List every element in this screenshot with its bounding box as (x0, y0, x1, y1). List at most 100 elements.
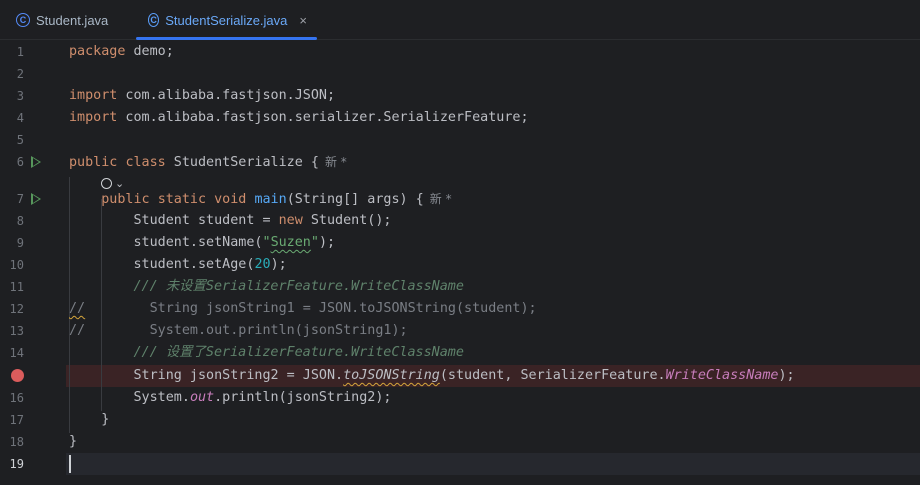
gutter-line[interactable]: 15 (0, 365, 66, 387)
code-line-11[interactable]: /// 未设置SerializerFeature.WriteClassName (69, 276, 464, 298)
gutter-line[interactable]: 3 (0, 85, 66, 107)
string-literal: "Suzen" (263, 235, 319, 250)
tab-studentserialize-java[interactable]: C StudentSerialize.java × (136, 0, 317, 40)
code-line-13[interactable]: // System.out.println(jsonString1); (69, 320, 408, 342)
line-number: 8 (16, 214, 24, 228)
gutter-line[interactable]: 19 (0, 453, 66, 475)
code-line-16[interactable]: System.out.println(jsonString2); (69, 387, 392, 409)
comment-slashes: // (69, 301, 86, 316)
keyword: import (69, 88, 118, 103)
method-name: main (254, 192, 287, 207)
code-line-17[interactable]: } (69, 409, 109, 431)
code-line-3[interactable]: import com.alibaba.fastjson.JSON; (69, 85, 335, 107)
code-text: com.alibaba.fastjson.JSON; (117, 88, 336, 103)
gutter-line[interactable]: 14 (0, 342, 66, 364)
line-number: 16 (9, 391, 24, 405)
run-main-icon[interactable] (31, 193, 41, 205)
code-text: Student(); (302, 213, 392, 228)
keyword: public (69, 155, 118, 170)
keyword: public (101, 192, 150, 207)
line-comment: String jsonString1 = JSON.toJSONString(s… (85, 301, 537, 316)
code-text: StudentSerialize { (165, 155, 319, 170)
gutter-line[interactable]: 7 (0, 188, 66, 210)
line-number: 4 (16, 111, 24, 125)
gutter-line[interactable]: 9 (0, 232, 66, 254)
code-text: student.setName( (133, 235, 263, 250)
tab-student-java[interactable]: C Student.java (16, 0, 108, 40)
line-number: 2 (16, 67, 24, 81)
code-text: ); (270, 257, 287, 272)
java-class-icon: C (16, 13, 30, 27)
line-number: 6 (16, 155, 24, 169)
code-line-8[interactable]: Student student = new Student(); (69, 210, 392, 232)
gutter-line[interactable]: 12 (0, 298, 66, 320)
code-text: (student, SerializerFeature. (439, 368, 666, 383)
keyword: class (125, 155, 166, 170)
gutter-line[interactable]: 8 (0, 210, 66, 232)
code-line-10[interactable]: student.setAge(20); (69, 254, 287, 276)
code-text: Student student = (133, 213, 279, 228)
keyword: new (278, 213, 303, 228)
code-line-12[interactable]: // String jsonString1 = JSON.toJSONStrin… (69, 298, 537, 320)
code-line-18[interactable]: } (69, 431, 77, 453)
line-number: 5 (16, 133, 24, 147)
gutter-line[interactable]: 1 (0, 41, 66, 63)
gutter-line[interactable]: 5 (0, 129, 66, 151)
gutter-line[interactable]: 10 (0, 254, 66, 276)
code-text: com.alibaba.fastjson.serializer.Serializ… (117, 110, 529, 125)
code-line-9[interactable]: student.setName("Suzen"); (69, 232, 336, 254)
code-line-14[interactable]: /// 设置了SerializerFeature.WriteClassName (69, 342, 464, 364)
gutter-line[interactable]: 13 (0, 320, 66, 342)
keyword: package (69, 44, 126, 59)
gutter-line[interactable]: 18 (0, 431, 66, 453)
close-tab-icon[interactable]: × (299, 13, 307, 28)
code-text: String jsonString2 = JSON. (133, 368, 344, 383)
gutter-line[interactable]: 17 (0, 409, 66, 431)
keyword: static (157, 192, 207, 207)
gutter-line[interactable]: 6 (0, 151, 66, 173)
author-hint[interactable]: 新 * (430, 192, 452, 206)
line-number: 11 (9, 280, 24, 294)
gutter-line[interactable]: 11 (0, 276, 66, 298)
gutter-line[interactable]: 2 (0, 63, 66, 85)
code-text: ); (318, 235, 336, 250)
run-class-icon[interactable] (31, 156, 41, 168)
code-line-4[interactable]: import com.alibaba.fastjson.serializer.S… (69, 107, 529, 129)
code-text: ); (778, 368, 795, 383)
text-caret (69, 455, 71, 473)
quote: " (262, 235, 271, 250)
quote: " (310, 235, 319, 250)
line-number: 3 (16, 89, 24, 103)
code-text: System. (133, 390, 190, 405)
line-number: 18 (9, 435, 24, 449)
line-number: 14 (9, 346, 24, 360)
breakpoint-icon[interactable] (11, 369, 24, 382)
tab-label: StudentSerialize.java (165, 12, 288, 28)
line-number: 17 (9, 413, 24, 427)
line-number: 19 (9, 457, 24, 471)
gutter-line[interactable]: 16 (0, 387, 66, 409)
author-hint[interactable]: 新 * (325, 155, 347, 169)
active-tab-indicator (136, 37, 317, 40)
code-text: } (101, 412, 110, 427)
number-literal: 20 (254, 257, 271, 272)
line-number: 10 (9, 258, 24, 272)
line-number: 1 (16, 45, 24, 59)
gutter-line[interactable]: 4 (0, 107, 66, 129)
current-line-highlight (66, 453, 920, 475)
line-number: 7 (16, 192, 24, 206)
code-line-6[interactable]: public class StudentSerialize { 新 * (69, 151, 347, 173)
code-editor[interactable]: 1 2 3 4 5 6 7 8 9 10 11 12 13 14 15 16 1… (0, 41, 920, 485)
code-text: student.setAge( (133, 257, 255, 272)
code-line-1[interactable]: package demo; (69, 41, 174, 63)
usage-icon (101, 177, 112, 189)
code-line-15[interactable]: String jsonString2 = JSON.toJSONString(s… (69, 365, 795, 387)
keyword: void (214, 192, 247, 207)
keyword: import (69, 110, 118, 125)
code-text: .println(jsonString2); (214, 390, 392, 405)
deprecated-method: toJSONString (343, 368, 440, 383)
doc-comment: /// 设置了SerializerFeature.WriteClassName (133, 345, 464, 360)
code-line-7[interactable]: public static void main(String[] args) {… (69, 188, 452, 210)
string-value: Suzen (270, 235, 311, 250)
editor-tab-bar: C Student.java C StudentSerialize.java × (0, 0, 920, 40)
